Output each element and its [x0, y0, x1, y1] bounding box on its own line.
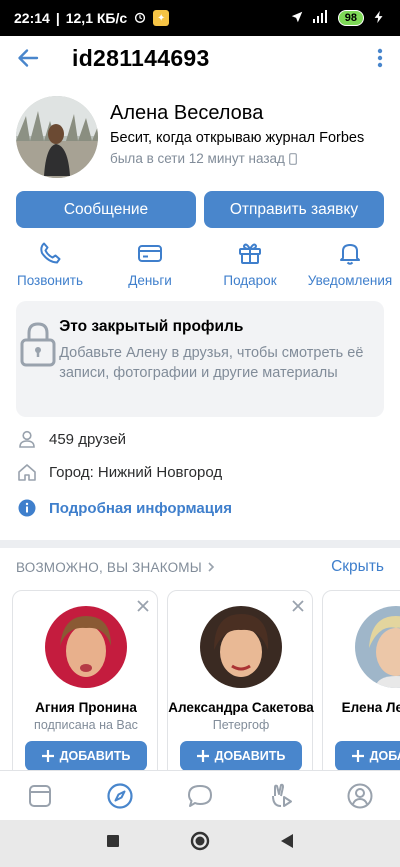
newsfeed-icon: [29, 784, 51, 807]
close-icon[interactable]: [292, 599, 304, 617]
status-time: 22:14: [14, 10, 50, 26]
bell-icon: [340, 244, 360, 265]
money-icon: [138, 245, 162, 262]
avatar[interactable]: [45, 606, 127, 688]
home-button[interactable]: [190, 831, 210, 856]
action-bar: Позвонить Деньги Подарок Уведомления: [0, 240, 400, 292]
chevron-right-icon: [208, 562, 215, 572]
nav-clips[interactable]: [240, 771, 320, 820]
gift-action[interactable]: Подарок: [200, 240, 300, 292]
add-friend-label: ДОБАВИТЬ: [214, 749, 286, 763]
plus-icon: [41, 750, 54, 762]
charging-icon: [372, 10, 386, 27]
add-friend-label: ДОБАВИТЬ: [59, 749, 131, 763]
notifications-action[interactable]: Уведомления: [300, 240, 400, 292]
suggestion-name: Елена Лебедева: [341, 700, 400, 715]
plus-icon: [196, 750, 209, 762]
lock-icon: [20, 322, 56, 367]
recents-button[interactable]: [106, 834, 120, 853]
profile-header: id281144693: [0, 36, 400, 80]
alarm-icon: [133, 10, 147, 27]
city-text: Город: Нижний Новгород: [49, 463, 223, 481]
avatar[interactable]: [16, 96, 98, 178]
profile-status: Бесит, когда открываю журнал Forbes: [110, 130, 365, 146]
signal-icon: [312, 9, 330, 27]
clips-icon: [272, 783, 292, 807]
back-button[interactable]: [4, 36, 52, 80]
suggestion-card[interactable]: Елена Лебедева ДОБАВИТЬ: [322, 590, 400, 770]
status-speed: 12,1 КБ/с: [65, 10, 128, 26]
status-bar: 22:14 | 12,1 КБ/с ✦ 98: [0, 0, 400, 36]
suggestions-header: ВОЗМОЖНО, ВЫ ЗНАКОМЫ Скрыть: [16, 556, 384, 578]
arrow-left-icon: [18, 49, 39, 67]
nav-news[interactable]: [0, 771, 80, 820]
suggestion-subtitle: Петергоф: [212, 718, 270, 732]
section-divider: [0, 540, 400, 548]
more-options-button[interactable]: [360, 36, 400, 80]
profile-block: Алена Веселова Бесит, когда открываю жур…: [16, 96, 400, 180]
add-friend-button[interactable]: ДОБАВИТЬ: [180, 741, 302, 770]
status-divider: |: [55, 10, 60, 26]
friends-row[interactable]: 459 друзей: [16, 424, 384, 454]
suggestion-card[interactable]: Александра Сакетова Петергоф ДОБАВИТЬ: [167, 590, 314, 770]
suggestions-title[interactable]: ВОЗМОЖНО, ВЫ ЗНАКОМЫ: [16, 560, 202, 575]
home-icon: [18, 464, 36, 481]
close-icon[interactable]: [137, 599, 149, 617]
suggestion-name: Александра Сакетова: [168, 700, 314, 715]
user-circle-icon: [347, 783, 373, 808]
nav-discover[interactable]: [80, 771, 160, 820]
friends-count: 459 друзей: [49, 430, 127, 448]
nav-messages[interactable]: [160, 771, 240, 820]
gift-label: Подарок: [223, 273, 277, 288]
add-friend-button[interactable]: ДОБАВИТЬ: [335, 741, 400, 770]
avatar[interactable]: [355, 606, 400, 688]
back-system-button[interactable]: [280, 833, 294, 854]
call-action[interactable]: Позвонить: [0, 240, 100, 292]
battery-indicator: 98: [337, 10, 364, 26]
message-bubble-icon: [188, 784, 212, 807]
page-title: id281144693: [72, 44, 210, 71]
square-icon: [107, 835, 119, 847]
money-action[interactable]: Деньги: [100, 240, 200, 292]
money-label: Деньги: [128, 273, 172, 288]
nav-profile[interactable]: [320, 771, 400, 820]
details-link[interactable]: Подробная информация: [49, 500, 232, 517]
location-icon: [290, 10, 304, 27]
hide-suggestions-link[interactable]: Скрыть: [331, 558, 384, 576]
info-icon: [18, 499, 36, 517]
closed-profile-description: Добавьте Алену в друзья, чтобы смотреть …: [59, 345, 364, 381]
send-request-button[interactable]: Отправить заявку: [204, 191, 384, 228]
suggestion-name: Агния Пронина: [35, 700, 137, 715]
suggestion-card[interactable]: Агния Пронина подписана на Вас ДОБАВИТЬ: [12, 590, 158, 770]
bottom-navigation: [0, 770, 400, 820]
closed-profile-title: Это закрытый профиль: [59, 318, 244, 335]
circle-icon: [190, 831, 210, 851]
plus-icon: [351, 750, 364, 762]
compass-icon: [107, 782, 133, 809]
suggestions-list: Агния Пронина подписана на Вас ДОБАВИТЬ …: [12, 590, 400, 770]
mobile-icon: [289, 152, 297, 165]
add-friend-label: ДОБАВИТЬ: [369, 749, 400, 763]
call-label: Позвонить: [17, 273, 83, 288]
notification-badge-icon: ✦: [153, 10, 170, 26]
city-row: Город: Нижний Новгород: [16, 457, 384, 487]
details-row[interactable]: Подробная информация: [16, 493, 384, 523]
user-icon: [19, 430, 35, 448]
last-seen-text: была в сети 12 минут назад: [110, 151, 285, 166]
profile-buttons: Сообщение Отправить заявку: [16, 191, 384, 228]
last-seen: была в сети 12 минут назад: [110, 151, 364, 166]
add-friend-button[interactable]: ДОБАВИТЬ: [25, 741, 147, 770]
system-navigation: [0, 820, 400, 867]
more-vertical-icon: [377, 48, 383, 68]
notifications-label: Уведомления: [307, 273, 393, 288]
profile-name: Алена Веселова: [110, 102, 264, 124]
phone-icon: [40, 242, 61, 264]
closed-profile-card: Это закрытый профиль Добавьте Алену в др…: [16, 301, 384, 417]
avatar[interactable]: [200, 606, 282, 688]
suggestion-subtitle: подписана на Вас: [34, 718, 138, 732]
gift-icon: [239, 243, 261, 264]
triangle-back-icon: [281, 834, 293, 848]
message-button[interactable]: Сообщение: [16, 191, 196, 228]
